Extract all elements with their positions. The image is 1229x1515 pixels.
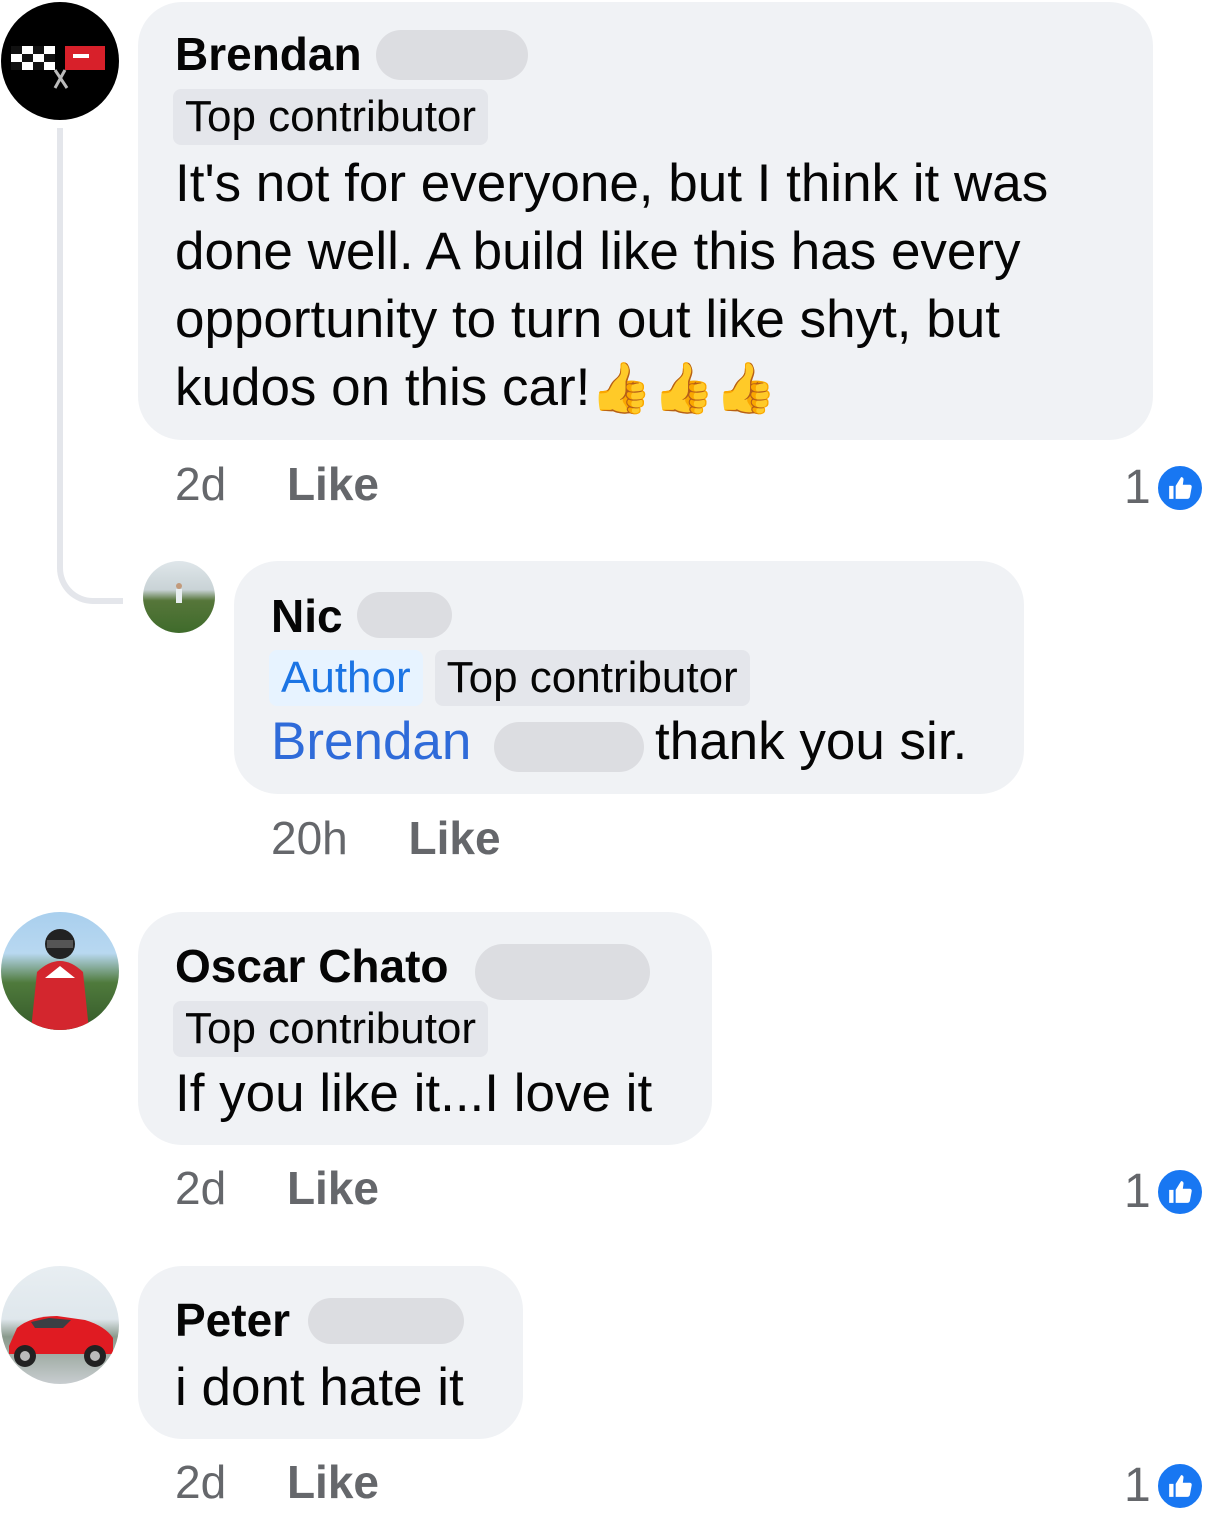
comment-text: It's not for everyone, but I think it wa… (175, 150, 1145, 422)
reaction-count: 1 (1124, 461, 1151, 514)
reaction-count: 1 (1124, 1165, 1151, 1218)
comment-author-name[interactable]: Nic (271, 588, 343, 644)
comment-meta: 20h Like (271, 810, 501, 866)
thumbs-up-icon (1154, 463, 1205, 513)
thread-connector-line (57, 128, 123, 604)
comment-author-name[interactable]: Peter (175, 1292, 290, 1348)
thumbs-up-icon (1154, 1461, 1205, 1511)
redacted-surname (357, 592, 452, 638)
like-button[interactable]: Like (287, 1162, 379, 1214)
like-button[interactable]: Like (409, 812, 501, 864)
reaction-count: 1 (1124, 1459, 1151, 1512)
comment-text: i dont hate it (175, 1358, 464, 1417)
redacted-surname (308, 1298, 464, 1344)
comment-timestamp[interactable]: 2d (175, 458, 226, 510)
top-contributor-badge: Top contributor (173, 89, 489, 145)
like-button[interactable]: Like (287, 458, 379, 510)
reaction-summary[interactable]: 1 (1124, 1458, 1205, 1514)
author-badge: Author (269, 650, 423, 706)
comment-text-line: opportunity to turn out like shyt, but (175, 290, 1000, 349)
comment-author-name[interactable]: Oscar Chato (175, 938, 449, 994)
top-contributor-badge: Top contributor (173, 1001, 489, 1057)
corvette-flags-logo-icon (11, 46, 105, 89)
comment-text: Brendan (271, 708, 471, 776)
mention-link[interactable]: Brendan (271, 712, 471, 771)
comment-timestamp[interactable]: 20h (271, 812, 348, 864)
reaction-summary[interactable]: 1 (1124, 1164, 1205, 1220)
thumbs-up-icon (1154, 1167, 1205, 1217)
avatar-nic[interactable] (143, 561, 215, 633)
redacted-surname (475, 944, 650, 1000)
like-button[interactable]: Like (287, 1456, 379, 1508)
redacted-surname (376, 30, 528, 80)
avatar-peter[interactable] (1, 1266, 119, 1384)
redacted-surname (494, 722, 644, 772)
avatar-oscar-chato[interactable] (1, 912, 119, 1030)
comment-meta: 2d Like (175, 456, 379, 512)
top-contributor-badge: Top contributor (434, 650, 750, 706)
comment-text-line: done well. A build like this has every (175, 222, 1021, 281)
comment-meta: 2d Like (175, 1454, 379, 1510)
comment-text: If you like it...I love it (175, 1064, 653, 1123)
comment-timestamp[interactable]: 2d (175, 1456, 226, 1508)
thumbs-up-emoji: 👍👍👍 (590, 360, 778, 416)
motocross-rider-photo-icon (31, 929, 89, 1030)
comment-author-name[interactable]: Brendan (175, 26, 362, 82)
avatar-brendan[interactable] (1, 2, 119, 120)
comment-meta: 2d Like (175, 1160, 379, 1216)
comment-timestamp[interactable]: 2d (175, 1162, 226, 1214)
red-car-photo-icon (9, 1316, 113, 1367)
person-in-field-photo-icon (176, 583, 182, 603)
comment-text-line: It's not for everyone, but I think it wa… (175, 154, 1049, 213)
reaction-summary[interactable]: 1 (1124, 460, 1205, 516)
comment-text: thank you sir. (655, 712, 968, 771)
comment-text-line: kudos on this car! (175, 358, 591, 417)
